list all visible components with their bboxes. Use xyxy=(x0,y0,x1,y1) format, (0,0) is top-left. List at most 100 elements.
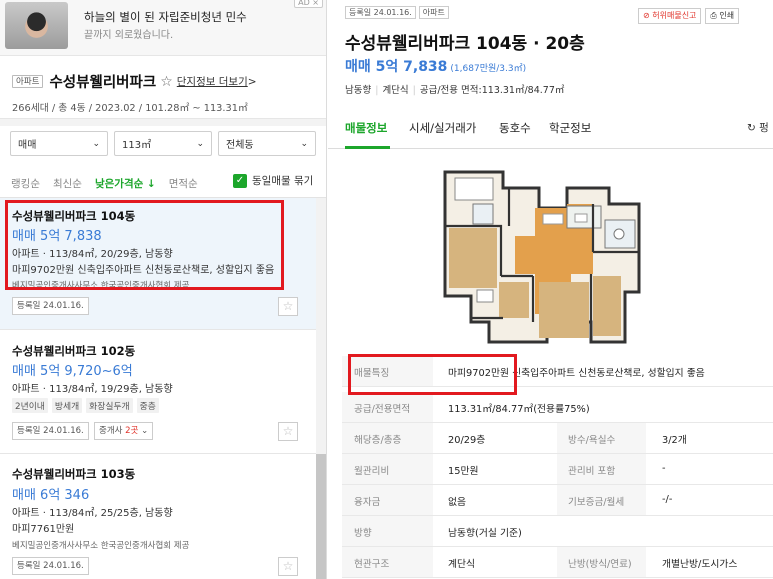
row-label: 관리비 포함 xyxy=(568,466,616,477)
star-icon[interactable]: ☆ xyxy=(278,557,298,576)
row-label: 현관구조 xyxy=(354,559,390,570)
detail-structure: 계단식 xyxy=(382,85,409,96)
ad-subtitle: 끝까지 외로웠습니다. xyxy=(84,30,174,41)
detail-unit-price: (1,687만원/3.3㎡) xyxy=(450,64,527,74)
chevron-down-icon: ⌄ xyxy=(300,138,308,149)
report-button[interactable]: ⊘ 허위매물신고 xyxy=(638,8,702,24)
detail-actions: ⊘ 허위매물신고 ⎙ 인쇄 xyxy=(638,8,740,24)
detail-title: 수성뷰웰리버파크 104동 · 20층 xyxy=(345,34,585,54)
sort-low-price[interactable]: 낮은가격순 ↓ xyxy=(95,176,156,191)
ad-close-tag[interactable]: AD × xyxy=(294,0,323,8)
detail-date-badge: 등록일 24.01.16. xyxy=(345,6,416,19)
refresh-button[interactable]: ↻ 펑 xyxy=(747,120,769,135)
row-value: 20/29층 xyxy=(448,435,486,446)
favorite-star-icon[interactable]: ☆ xyxy=(160,74,173,90)
agents-dropdown[interactable]: 중개사 2곳 ⌄ xyxy=(94,422,154,440)
complex-type-badge: 아파트 xyxy=(12,75,44,88)
listing-name: 수성뷰웰리버파크 103동 xyxy=(12,467,136,481)
row-label: 해당층/총층 xyxy=(354,435,402,446)
ad-title[interactable]: 하늘의 별이 된 자립준비청년 민수 xyxy=(84,9,247,25)
row-label: 융자금 xyxy=(354,497,381,508)
floor-plan-image[interactable] xyxy=(443,164,643,348)
listing-name: 수성뷰웰리버파크 102동 xyxy=(12,344,136,358)
detail-direction: 남동향 xyxy=(345,85,372,96)
detail-tabs: 매물정보 시세/실거래가 동호수 학군정보 xyxy=(328,111,773,149)
active-tab-indicator xyxy=(345,146,390,149)
scrollbar-thumb[interactable] xyxy=(316,454,326,579)
table-row: 월관리비 15만원 관리비 포함 - xyxy=(342,454,773,485)
chevron-right-icon: > xyxy=(247,76,257,88)
sort-latest[interactable]: 최신순 xyxy=(53,176,82,191)
checkbox-checked-icon[interactable]: ✓ xyxy=(233,173,247,188)
listing-price: 매매 6억 346 xyxy=(12,488,90,503)
highlight-box xyxy=(5,200,284,290)
group-same-listing-toggle[interactable]: ✓ 동일매물 묶기 xyxy=(233,173,313,188)
print-label: 인쇄 xyxy=(719,11,735,20)
row-value: 113.31㎡/84.77㎡(전용률75%) xyxy=(448,404,590,415)
building-select[interactable]: 전체동 ⌄ xyxy=(218,131,316,156)
detail-badges: 등록일 24.01.16. 아파트 xyxy=(345,6,449,19)
complex-header: 아파트 수성뷰웰리버파크 ☆ 단지정보 더보기> 266세대 / 총 4동 / … xyxy=(12,71,322,114)
listing-date: 등록일 24.01.16. xyxy=(12,297,89,315)
listing-tags: 2년이내 방세개 화장실두개 중층 xyxy=(12,398,159,413)
row-label: 공급/전용면적 xyxy=(354,404,411,415)
sort-options: 랭킹순 최신순 낮은가격순 ↓ 면적순 xyxy=(11,176,211,191)
print-button[interactable]: ⎙ 인쇄 xyxy=(705,8,740,24)
listing-source: 베지밀공인중개사사무소 한국공인중개사협회 제공 xyxy=(12,541,190,551)
row-value: 없음 xyxy=(448,497,467,508)
table-row: 방향 남동향(거실 기준) xyxy=(342,516,773,547)
area-value: 113㎡ xyxy=(122,140,152,151)
sort-area[interactable]: 면적순 xyxy=(169,176,198,191)
row-label: 방향 xyxy=(354,528,372,539)
row-value: - xyxy=(662,463,666,474)
row-value: 계단식 xyxy=(448,559,476,570)
divider: | xyxy=(375,85,379,96)
star-icon[interactable]: ☆ xyxy=(278,297,298,316)
listing-price: 매매 5억 9,720~6억 xyxy=(12,364,133,379)
complex-summary: 266세대 / 총 4동 / 2023.02 / 101.28㎡ ~ 113.3… xyxy=(12,103,248,114)
tab-school-info[interactable]: 학군정보 xyxy=(549,120,591,136)
listing-date: 등록일 24.01.16. xyxy=(12,422,89,440)
list-item[interactable]: 수성뷰웰리버파크 103동 매매 6억 346 아파트 · 113/84㎡, 2… xyxy=(0,454,316,579)
tag: 2년이내 xyxy=(12,398,48,413)
tab-unit-number[interactable]: 동호수 xyxy=(499,120,531,136)
tag: 방세개 xyxy=(51,398,83,413)
detail-summary: 남동향 | 계단식 | 공급/전용 면적:113.31㎡/84.77㎡ xyxy=(345,82,564,96)
agents-count: 2곳 xyxy=(125,426,139,436)
divider: | xyxy=(412,85,416,96)
area-select[interactable]: 113㎡ ⌄ xyxy=(114,131,212,156)
star-icon[interactable]: ☆ xyxy=(278,422,298,441)
row-value: 3/2개 xyxy=(662,435,687,446)
row-value: 남동향(거실 기준) xyxy=(448,528,522,539)
tag: 중층 xyxy=(136,398,159,413)
section-divider xyxy=(0,118,326,126)
tag: 화장실두개 xyxy=(86,398,133,413)
sort-ranking[interactable]: 랭킹순 xyxy=(11,176,40,191)
detail-price-row: 매매 5억 7,838 (1,687만원/3.3㎡) xyxy=(345,56,526,76)
building-value: 전체동 xyxy=(226,140,254,151)
refresh-label: 펑 xyxy=(759,122,769,134)
detail-panel: 등록일 24.01.16. 아파트 ⊘ 허위매물신고 ⎙ 인쇄 수성뷰웰리버파크… xyxy=(328,0,773,579)
table-row: 해당층/총층 20/29층 방수/욕실수 3/2개 xyxy=(342,423,773,454)
list-item[interactable]: 수성뷰웰리버파크 102동 매매 5억 9,720~6억 아파트 · 113/8… xyxy=(0,330,316,453)
table-row: 융자금 없음 기보증금/월세 -/- xyxy=(342,485,773,516)
tab-listing-info[interactable]: 매물정보 xyxy=(345,120,387,136)
filter-bar: 매매 ⌄ 113㎡ ⌄ 전체동 ⌄ xyxy=(10,131,316,156)
row-label: 기보증금/월세 xyxy=(568,497,625,508)
row-label: 난방(방식/연료) xyxy=(568,559,632,570)
report-icon: ⊘ xyxy=(643,11,650,20)
chevron-down-icon: ⌄ xyxy=(92,138,100,149)
complex-info-link-label: 단지정보 더보기 xyxy=(176,76,248,88)
ad-banner[interactable]: 하늘의 별이 된 자립준비청년 민수 끝까지 외로웠습니다. AD × xyxy=(0,0,326,56)
complex-name: 수성뷰웰리버파크 xyxy=(49,75,157,91)
trade-type-value: 매매 xyxy=(18,140,37,151)
listing-date: 등록일 24.01.16. xyxy=(12,557,89,575)
ad-image[interactable] xyxy=(5,2,68,49)
detail-price: 매매 5억 7,838 xyxy=(345,59,448,75)
highlight-box xyxy=(348,354,517,395)
trade-type-select[interactable]: 매매 ⌄ xyxy=(10,131,108,156)
tab-price-history[interactable]: 시세/실거래가 xyxy=(409,120,476,136)
complex-info-link[interactable]: 단지정보 더보기> xyxy=(177,74,257,89)
detail-area: 공급/전용 면적:113.31㎡/84.77㎡ xyxy=(419,85,565,96)
refresh-icon: ↻ xyxy=(747,122,756,134)
